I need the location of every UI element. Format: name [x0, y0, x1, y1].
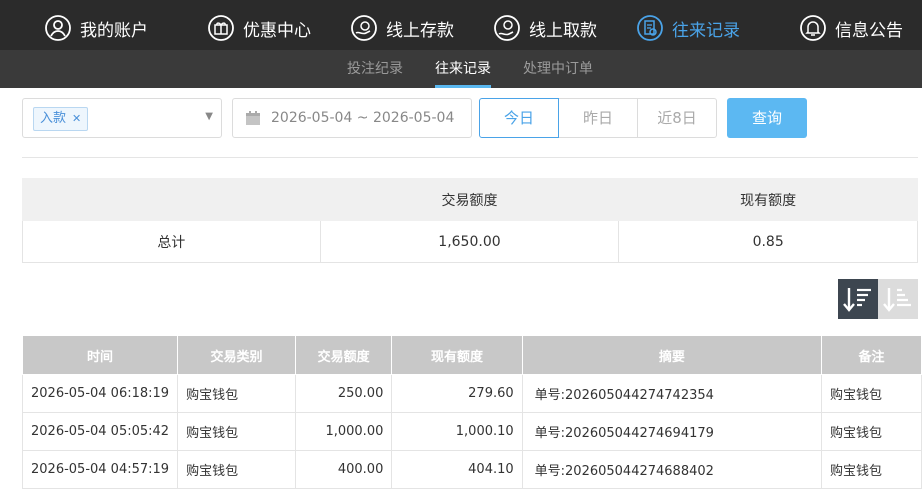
cell-summary: 单号:202605044274742354: [521, 374, 823, 413]
cell-time: 2026-05-04 04:57:19: [21, 450, 179, 489]
cell-type: 购宝钱包: [177, 450, 296, 489]
cell-summary: 单号:202605044274688402: [521, 450, 823, 489]
column-header-amount[interactable]: 交易额度: [294, 335, 393, 375]
summary-table: 交易额度 现有额度 总计 1,650.00 0.85: [22, 178, 918, 263]
query-button[interactable]: 查询: [727, 98, 807, 138]
cell-time: 2026-05-04 06:18:19: [21, 374, 179, 413]
nav-item-label: 优惠中心: [243, 20, 311, 41]
cell-balance: 279.60: [391, 374, 523, 413]
sub-nav: 投注纪录 往来记录 处理中订单: [0, 50, 922, 88]
cell-type: 购宝钱包: [177, 374, 296, 413]
quick-last8-button[interactable]: 近8日: [637, 98, 717, 138]
type-tag: 入款 ✕: [33, 107, 89, 131]
column-header-remark[interactable]: 备注: [821, 335, 922, 375]
tab-transaction-records[interactable]: 往来记录: [435, 50, 491, 88]
nav-item-account[interactable]: 我的账户: [44, 12, 148, 44]
nav-item-label: 信息公告: [835, 20, 903, 41]
records-header-row: 时间 交易类别 交易额度 现有额度 摘要 备注: [21, 335, 922, 375]
quick-today-button[interactable]: 今日: [479, 98, 559, 138]
table-row: 2026-05-04 06:18:19 购宝钱包 250.00 279.60 单…: [21, 374, 922, 413]
table-row: 2026-05-04 05:05:42 购宝钱包 1,000.00 1,000.…: [21, 412, 922, 451]
sort-asc-button[interactable]: [878, 279, 918, 319]
calendar-icon: [246, 111, 260, 125]
divider: [22, 157, 918, 158]
bell-icon: [799, 14, 827, 42]
summary-header-cell: 现有额度: [618, 178, 918, 221]
nav-item-label: 往来记录: [672, 20, 740, 41]
quick-yesterday-button[interactable]: 昨日: [558, 98, 638, 138]
date-range-input[interactable]: 2026-05-04 ~ 2026-05-04: [232, 98, 472, 138]
summary-cell: 0.85: [618, 220, 918, 263]
summary-header-row: 交易额度 现有额度: [22, 178, 918, 221]
cell-remark: 购宝钱包: [821, 374, 922, 413]
cell-amount: 250.00: [294, 374, 393, 413]
sort-asc-icon: [883, 288, 911, 312]
user-icon: [44, 14, 72, 42]
tab-bet-records[interactable]: 投注纪录: [347, 50, 403, 88]
nav-item-label: 线上存款: [386, 20, 454, 41]
summary-header-cell: 交易额度: [319, 178, 620, 221]
nav-item-withdraw[interactable]: 线上取款: [493, 12, 597, 44]
summary-header-cell: [22, 178, 321, 221]
nav-item-label: 我的账户: [80, 20, 148, 41]
nav-item-promotions[interactable]: 优惠中心: [207, 12, 311, 44]
table-row: 2026-05-04 04:57:19 购宝钱包 400.00 404.10 单…: [21, 450, 922, 489]
cell-balance: 404.10: [391, 450, 523, 489]
date-range-value: 2026-05-04 ~ 2026-05-04: [271, 110, 455, 126]
tab-pending-orders[interactable]: 处理中订单: [523, 50, 593, 88]
top-nav: 我的账户 优惠中心 线上存款 线上取款 往来记录 信息公告: [0, 0, 922, 56]
deposit-icon: [350, 14, 378, 42]
sort-desc-icon: [843, 288, 871, 312]
column-header-summary[interactable]: 摘要: [521, 335, 823, 375]
cell-amount: 400.00: [294, 450, 393, 489]
chevron-down-icon: ▼: [205, 111, 213, 122]
nav-item-deposit[interactable]: 线上存款: [350, 12, 454, 44]
summary-cell: 总计: [22, 220, 321, 263]
type-tag-label: 入款: [40, 111, 67, 126]
cell-type: 购宝钱包: [177, 412, 296, 451]
column-header-balance[interactable]: 现有额度: [391, 335, 523, 375]
cell-remark: 购宝钱包: [821, 450, 922, 489]
cell-remark: 购宝钱包: [821, 412, 922, 451]
close-icon[interactable]: ✕: [72, 112, 81, 125]
records-table: 时间 交易类别 交易额度 现有额度 摘要 备注 2026-05-04 06:18…: [21, 335, 922, 489]
record-icon: [636, 14, 664, 42]
type-select[interactable]: 入款 ✕ ▼: [22, 98, 222, 138]
cell-balance: 1,000.10: [391, 412, 523, 451]
column-header-type[interactable]: 交易类别: [177, 335, 296, 375]
cell-time: 2026-05-04 05:05:42: [21, 412, 179, 451]
summary-row: 总计 1,650.00 0.85: [22, 220, 918, 263]
sort-desc-button[interactable]: [838, 279, 878, 319]
column-header-time[interactable]: 时间: [21, 335, 179, 375]
withdraw-icon: [493, 14, 521, 42]
nav-item-label: 线上取款: [529, 20, 597, 41]
gift-icon: [207, 14, 235, 42]
nav-item-announcements[interactable]: 信息公告: [799, 12, 903, 44]
summary-cell: 1,650.00: [319, 220, 620, 263]
nav-item-records[interactable]: 往来记录: [636, 12, 740, 44]
cell-amount: 1,000.00: [294, 412, 393, 451]
cell-summary: 单号:202605044274694179: [521, 412, 823, 451]
